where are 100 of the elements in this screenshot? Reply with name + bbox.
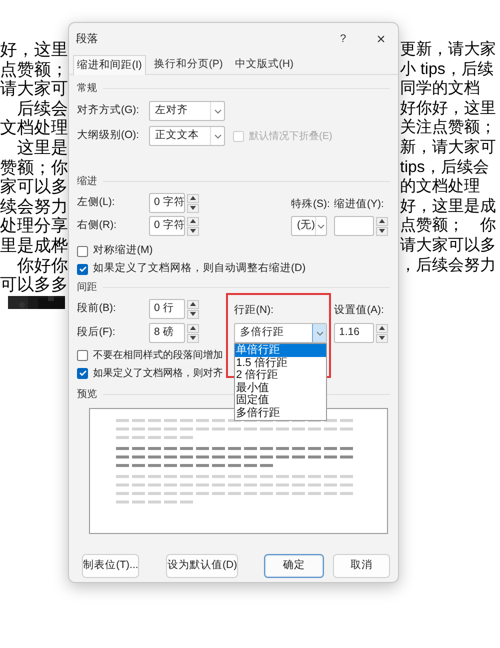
text-line: 同学的文档 bbox=[400, 79, 480, 99]
caret-icon bbox=[316, 330, 324, 336]
checkbox-label: 不要在相同样式的段落间增加 bbox=[93, 348, 223, 362]
up-triangle-icon bbox=[379, 326, 385, 330]
spin-up-button[interactable] bbox=[187, 324, 199, 332]
field-label: 右侧(R): bbox=[77, 218, 118, 234]
text-line: 家可以多 bbox=[0, 177, 68, 197]
window-title: 段落 bbox=[76, 32, 98, 47]
tab[interactable]: 中文版式(H) bbox=[230, 55, 298, 74]
spin-down-button[interactable] bbox=[187, 204, 199, 212]
field-label: 大纲级别(O): bbox=[77, 128, 140, 144]
checkbox[interactable] bbox=[77, 350, 88, 360]
up-triangle-icon bbox=[190, 219, 196, 223]
down-triangle-icon bbox=[379, 336, 385, 340]
dialog-button[interactable]: 制表位(T)... bbox=[82, 554, 140, 578]
text-line: 更新，请大家 bbox=[400, 40, 496, 60]
spin-down-button[interactable] bbox=[187, 226, 199, 236]
text-line: 处理分享 bbox=[0, 216, 68, 236]
text-line: 请大家可 bbox=[0, 79, 68, 99]
text-line: 赞额；你 bbox=[0, 158, 68, 178]
text-line: 里是成桦 bbox=[0, 236, 68, 256]
caret-icon bbox=[317, 224, 325, 228]
check-icon bbox=[78, 266, 86, 272]
check-icon bbox=[78, 370, 86, 376]
text-line: 小 tips，后续 bbox=[400, 60, 494, 80]
tab[interactable]: 换行和分页(P) bbox=[150, 55, 227, 74]
text-line: 后续会 bbox=[16, 98, 68, 118]
spin-down-button[interactable] bbox=[376, 334, 388, 342]
tab[interactable]: 缩进和间距(I) bbox=[73, 55, 146, 75]
dropdown-option[interactable]: 单倍行距 bbox=[235, 344, 326, 357]
text-line: tips，后续会 bbox=[400, 158, 489, 178]
number-field[interactable] bbox=[334, 216, 374, 236]
checkbox-label: 如果定义了文档网格，则对齐 bbox=[93, 366, 223, 380]
text-line: 可以多多 bbox=[0, 275, 68, 295]
number-field[interactable]: 8 磅 bbox=[149, 323, 185, 343]
dropdown[interactable]: 左对齐 bbox=[149, 101, 225, 121]
down-triangle-icon bbox=[379, 229, 385, 233]
section-heading: 缩进 bbox=[77, 174, 97, 188]
close-button[interactable]: × bbox=[374, 32, 388, 46]
field-label: 对齐方式(G): bbox=[77, 103, 140, 118]
spin-down-button[interactable] bbox=[376, 226, 388, 236]
field-label: 段后(F): bbox=[77, 325, 116, 340]
text-line: 你好你 bbox=[16, 256, 68, 276]
down-triangle-icon bbox=[190, 336, 196, 340]
checkbox-label: 对称缩进(M) bbox=[93, 243, 153, 258]
checkbox-label: 如果定义了文档网格，则自动调整右缩进(D) bbox=[93, 261, 306, 276]
spin-down-button[interactable] bbox=[187, 334, 199, 342]
text-line: 文档处理 bbox=[0, 118, 68, 138]
caret-icon bbox=[214, 108, 222, 114]
dropdown[interactable]: 多倍行距 bbox=[234, 323, 327, 343]
down-triangle-icon bbox=[190, 206, 196, 210]
text-line: 好，这里 bbox=[0, 40, 68, 60]
spin-up-button[interactable] bbox=[187, 300, 199, 308]
down-triangle-icon bbox=[190, 229, 196, 233]
spin-up-button[interactable] bbox=[376, 216, 388, 226]
section-heading: 常规 bbox=[77, 82, 97, 96]
text-line: 新，请大家可 bbox=[400, 138, 496, 158]
up-triangle-icon bbox=[190, 196, 196, 200]
dropdown[interactable]: (无) bbox=[291, 216, 327, 236]
dialog-button[interactable]: 设为默认值(D) bbox=[166, 554, 238, 578]
text-line: ，后续会努力 bbox=[400, 256, 496, 276]
dropdown-option[interactable]: 固定值 bbox=[235, 394, 326, 407]
dialog-button[interactable]: 取消 bbox=[332, 554, 390, 578]
spin-down-button[interactable] bbox=[187, 310, 199, 318]
dropdown[interactable]: 正文文本 bbox=[149, 126, 225, 146]
spin-up-button[interactable] bbox=[187, 216, 199, 226]
field-label: 行距(N): bbox=[234, 303, 274, 318]
spin-up-button[interactable] bbox=[376, 324, 388, 332]
up-triangle-icon bbox=[190, 326, 196, 330]
field-label: 段前(B): bbox=[77, 301, 117, 316]
text-line: 关注点赞额； bbox=[400, 118, 496, 138]
checkbox[interactable] bbox=[77, 368, 88, 378]
spin-up-button[interactable] bbox=[187, 194, 199, 202]
field-label: 左侧(L): bbox=[77, 195, 116, 210]
number-field[interactable]: 1.16 bbox=[334, 323, 374, 343]
up-triangle-icon bbox=[190, 302, 196, 306]
down-triangle-icon bbox=[190, 312, 196, 316]
section-heading: 间距 bbox=[77, 280, 97, 294]
number-field[interactable]: 0 字符 bbox=[149, 193, 185, 213]
dropdown-option[interactable]: 多倍行距 bbox=[235, 406, 326, 420]
dropdown-option[interactable]: 1.5 倍行距 bbox=[235, 356, 326, 370]
section-heading: 预览 bbox=[77, 388, 97, 402]
checkbox-label: 默认情况下折叠(E) bbox=[249, 130, 332, 144]
text-line: 请大家可以多 bbox=[400, 236, 496, 256]
dropdown-option[interactable]: 最小值 bbox=[235, 382, 326, 394]
dropdown-option[interactable]: 2 倍行距 bbox=[235, 369, 326, 382]
field-label: 设置值(A): bbox=[334, 303, 384, 318]
help-button[interactable]: ? bbox=[336, 30, 350, 48]
checkbox[interactable] bbox=[77, 264, 88, 274]
text-line: 好，这里是成 bbox=[400, 196, 496, 216]
text-line: 点赞额； 你 bbox=[400, 216, 496, 236]
field-label: 缩进值(Y): bbox=[334, 197, 384, 212]
text-line: 点赞额； bbox=[0, 60, 68, 80]
text-line: 的文档处理 bbox=[400, 177, 480, 197]
dialog-button[interactable]: 确定 bbox=[264, 554, 324, 578]
number-field[interactable]: 0 字符 bbox=[149, 216, 185, 236]
caret-icon bbox=[214, 134, 222, 138]
text-line: 好你好，这里 bbox=[400, 98, 496, 118]
checkbox[interactable] bbox=[77, 246, 88, 256]
number-field[interactable]: 0 行 bbox=[149, 299, 185, 319]
